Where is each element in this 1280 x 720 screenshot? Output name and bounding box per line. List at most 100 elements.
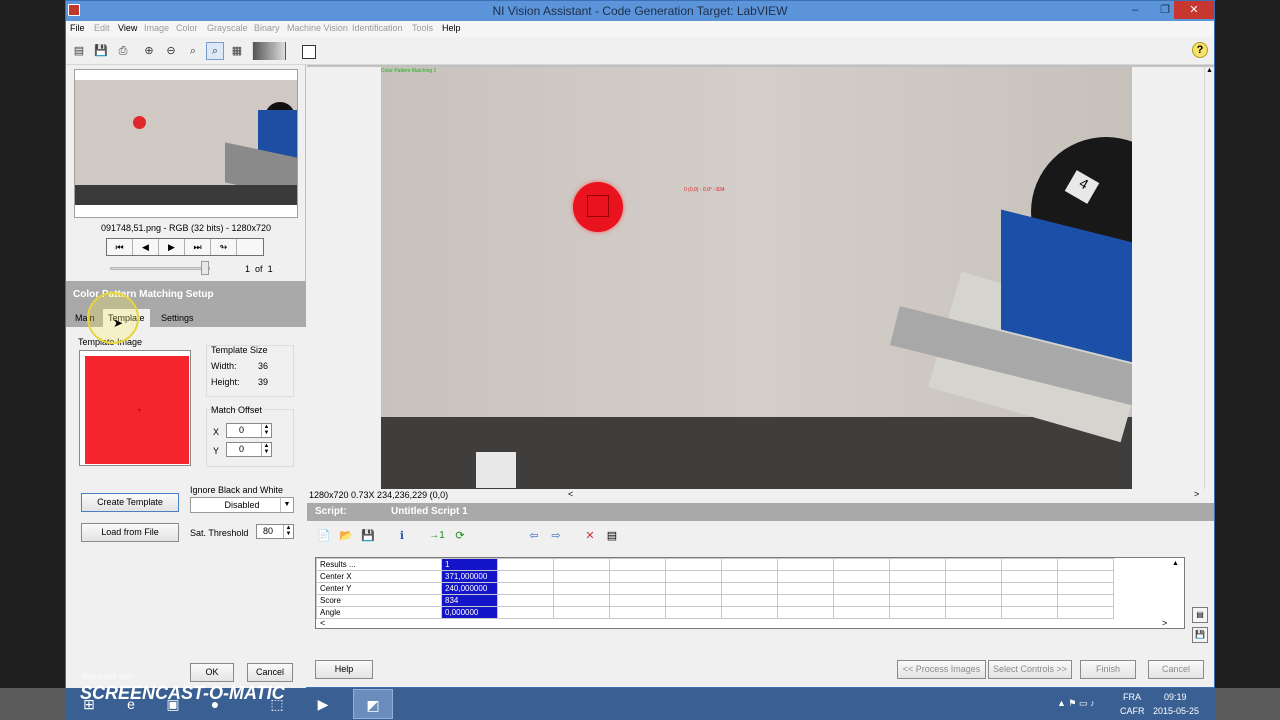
script-toolbar: 📄 📂 💾 ℹ →1 ⟳ ⇦ ⇨ ✕ ▤ [307,523,1214,549]
template-tab-body: Template Image + Template Size Width: 36… [66,327,306,689]
image-navigation: ⏮ ◀ ▶ ⏭ ↬ [106,238,264,256]
tray-icons[interactable]: ▲ ⚑ ▭ ♪ [1057,698,1094,709]
menu-color[interactable]: Color [176,23,198,33]
acquire-icon[interactable]: ▤ [70,42,88,60]
result-row-value[interactable]: 1 [441,558,498,571]
cancel-button[interactable]: Cancel [1148,660,1204,679]
page-of: of [255,264,263,274]
grid-scroll-left-icon[interactable]: < [320,618,325,628]
menu-image[interactable]: Image [144,23,169,33]
main-window: NI Vision Assistant - Code Generation Ta… [65,0,1215,689]
loop-icon[interactable]: ↬ [211,239,237,255]
select-controls-button[interactable]: Select Controls >> [988,660,1072,679]
menu-edit[interactable]: Edit [94,23,110,33]
previous-image-icon[interactable]: ◀ [133,239,159,255]
offset-x-value: 0 [239,425,245,435]
first-image-icon[interactable]: ⏮ [107,239,133,255]
process-images-button[interactable]: << Process Images [897,660,986,679]
sat-threshold-input[interactable]: 80 ▲ ▼ [256,524,294,539]
help-icon[interactable]: ? [1192,42,1208,58]
results-grid[interactable]: Results ... 1 Center X 371,000000 Center Y… [315,557,1185,629]
zoom-in-icon[interactable]: ⊕ [140,42,158,60]
menu-grayscale[interactable]: Grayscale [207,23,248,33]
height-value: 39 [258,377,269,387]
scroll-left-icon[interactable]: < [568,489,573,499]
menu-help[interactable]: Help [442,23,461,33]
menu-binary[interactable]: Binary [254,23,280,33]
menu-machine-vision[interactable]: Machine Vision [287,23,348,33]
clock-time[interactable]: 09:19 [1164,692,1187,702]
move-right-icon[interactable]: ⇨ [547,527,565,545]
zoom-to-fit-icon[interactable]: ⌕ [206,42,224,60]
save-script-icon[interactable]: 💾 [359,527,377,545]
main-toolbar: ▤ 💾 ⎙ ⊕ ⊖ ⌕ ⌕ ▦ ? [66,37,1214,65]
info-icon[interactable]: ℹ [393,527,411,545]
camera-image[interactable]: 4 [381,67,1132,489]
ignore-bw-select[interactable]: Disabled ▼ [190,497,294,513]
result-row-value[interactable]: 834 [441,594,498,607]
viewer-vertical-scrollbar[interactable]: ▲ [1204,67,1214,489]
image-browser-thumbnail[interactable] [74,69,298,218]
move-left-icon[interactable]: ⇦ [525,527,543,545]
menu-file[interactable]: File [70,23,85,33]
menu-view[interactable]: View [118,23,137,33]
cancel-setup-button[interactable]: Cancel [247,663,293,682]
tab-settings[interactable]: Settings [156,309,199,327]
finish-button[interactable]: Finish [1080,660,1136,679]
page-current: 1 [245,264,251,274]
last-image-icon[interactable]: ⏭ [185,239,211,255]
width-value: 36 [258,361,269,371]
page-total: 1 [267,264,273,274]
delete-step-icon[interactable]: ✕ [581,527,599,545]
scroll-right-icon[interactable]: > [1194,489,1199,499]
screen-right-border [1215,0,1280,688]
language-bottom[interactable]: CAFR [1120,706,1145,716]
palette-icon[interactable]: ▦ [228,42,246,60]
copy-step-icon[interactable]: ▤ [603,527,621,545]
image-slider-track[interactable] [110,267,210,270]
load-from-file-button[interactable]: Load from File [81,523,179,542]
minimize-button[interactable]: – [1122,1,1148,19]
offset-x-stepper-icon[interactable]: ▲ ▼ [261,424,271,437]
result-row-value[interactable]: 0,000000 [441,606,498,619]
zoom-out-icon[interactable]: ⊖ [162,42,180,60]
vision-assistant-task-icon[interactable]: ◩ [353,689,393,719]
menu-tools[interactable]: Tools [412,23,433,33]
window-title: NI Vision Assistant - Code Generation Ta… [492,4,788,18]
next-image-icon[interactable]: ▶ [159,239,185,255]
new-script-icon[interactable]: 📄 [315,527,333,545]
x-label: X [213,427,220,437]
clock-date[interactable]: 2015-05-25 [1153,706,1199,716]
run-loop-icon[interactable]: ⟳ [451,527,469,545]
grid-scroll-right-icon[interactable]: > [1162,618,1167,628]
language-top[interactable]: FRA [1123,692,1141,702]
offset-y-input[interactable]: 0 ▲ ▼ [226,442,272,457]
file-info: 091748,51.png - RGB (32 bits) - 1280x720 [100,223,272,233]
image-viewer[interactable]: 4 ▲ [307,65,1214,489]
create-template-button[interactable]: Create Template [81,493,179,512]
zoom-fit-icon[interactable]: ⌕ [184,42,202,60]
menu-identification[interactable]: Identification [352,23,403,33]
save-results-icon[interactable]: 💾 [1192,627,1208,643]
image-slider-thumb[interactable] [201,261,209,275]
open-script-icon[interactable]: 📂 [337,527,355,545]
export-results-icon[interactable]: ▤ [1192,607,1208,623]
offset-y-stepper-icon[interactable]: ▲ ▼ [261,443,271,456]
result-row-label: Results ... [316,558,442,571]
sat-threshold-stepper-icon[interactable]: ▲ ▼ [283,525,293,538]
gradient-palette-icon[interactable] [252,42,286,60]
table-row: Angle 0,000000 [316,606,1114,619]
help-button[interactable]: Help [315,660,373,679]
media-icon[interactable]: ▶ [303,689,343,719]
save-icon[interactable]: 💾 [92,42,110,60]
close-button[interactable]: ✕ [1174,1,1214,19]
ok-button[interactable]: OK [190,663,234,682]
selection-tool-icon[interactable] [302,45,316,59]
run-once-icon[interactable]: →1 [427,527,447,545]
result-row-value[interactable]: 371,000000 [441,570,498,583]
result-row-value[interactable]: 240,000000 [441,582,498,595]
offset-x-input[interactable]: 0 ▲ ▼ [226,423,272,438]
sat-threshold-value: 80 [263,526,274,536]
print-icon[interactable]: ⎙ [114,42,132,60]
grid-scroll-up-icon[interactable]: ▲ [1172,560,1179,567]
